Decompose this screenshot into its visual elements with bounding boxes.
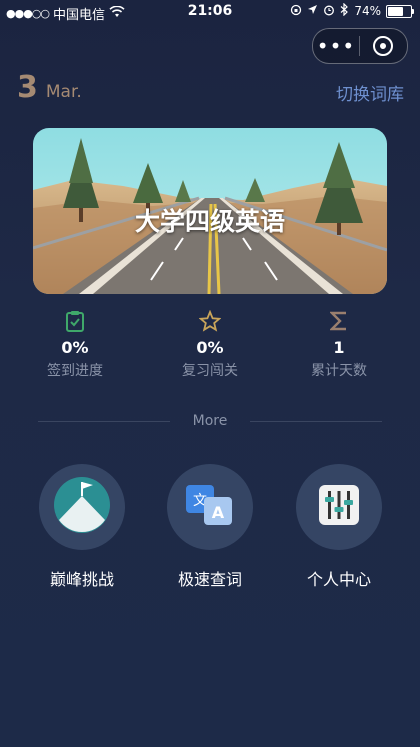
stat-value: 0%: [61, 338, 89, 357]
location-icon: [307, 4, 318, 18]
date-day: 3: [17, 70, 38, 105]
date-month: Mar.: [45, 82, 82, 102]
stat-label: 复习闯关: [182, 363, 238, 379]
stat-value: 1: [333, 338, 345, 357]
date-display: 3 Mar.: [17, 70, 82, 105]
stat-label: 累计天数: [311, 363, 367, 379]
translate-icon: 文 A: [184, 481, 236, 533]
switch-wordbank-link[interactable]: 切换词库: [336, 80, 404, 105]
wordbank-banner[interactable]: 大学四级英语: [33, 128, 387, 294]
battery-icon: [386, 4, 414, 18]
stat-label: 签到进度: [47, 363, 103, 379]
stat-value: 0%: [196, 338, 224, 357]
feature-label: 巅峰挑战: [49, 570, 114, 589]
rotation-lock-icon: [290, 4, 302, 19]
personal-center-button[interactable]: 个人中心: [284, 464, 394, 590]
stats-row: 0% 签到进度 0% 复习闯关 1 累计天数: [0, 310, 420, 380]
stat-days[interactable]: 1 累计天数: [279, 310, 399, 380]
close-miniprogram-button[interactable]: [360, 29, 406, 63]
svg-text:A: A: [212, 503, 225, 522]
more-dots-icon: •••: [316, 34, 356, 58]
status-bar: ●●●○○ 中国电信 21:06 74%: [0, 0, 420, 24]
battery-percent: 74%: [354, 4, 381, 18]
star-outline-icon: [150, 310, 270, 332]
target-circle-icon: [373, 36, 393, 56]
clipboard-check-icon: [15, 310, 135, 332]
feature-label: 极速查词: [177, 570, 242, 589]
feature-label: 个人中心: [306, 570, 371, 589]
stat-checkin[interactable]: 0% 签到进度: [15, 310, 135, 380]
stat-review[interactable]: 0% 复习闯关: [150, 310, 270, 380]
more-button[interactable]: •••: [313, 29, 359, 63]
bluetooth-icon: [340, 2, 349, 19]
divider-right: [250, 421, 382, 422]
sliders-icon: [317, 483, 361, 531]
quick-lookup-button[interactable]: 文 A 极速查词: [155, 464, 265, 590]
mountain-flag-icon: [53, 476, 111, 538]
sigma-icon: [279, 310, 399, 332]
alarm-icon: [323, 4, 335, 19]
capsule-menu: •••: [312, 28, 408, 64]
wordbank-title: 大学四级英语: [134, 207, 285, 236]
peak-challenge-button[interactable]: 巅峰挑战: [27, 464, 137, 590]
